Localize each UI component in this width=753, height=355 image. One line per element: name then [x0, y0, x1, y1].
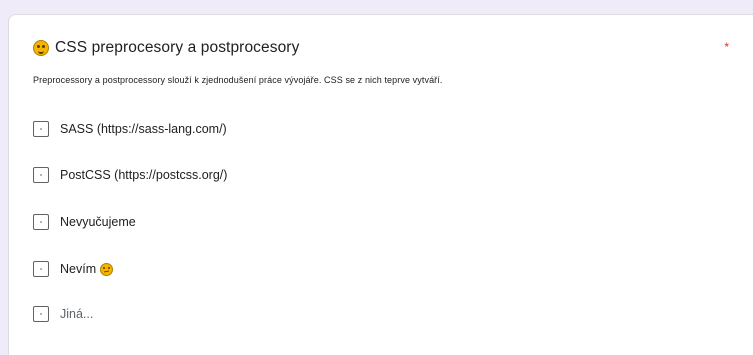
checkbox[interactable] [33, 121, 49, 137]
option-other[interactable]: Jiná... [33, 306, 93, 322]
option-label: PostCSS (https://postcss.org/) [60, 168, 228, 182]
question-title-row: CSS preprocesory a postprocesory [33, 39, 299, 57]
checkbox[interactable] [33, 306, 49, 322]
option-label: Nevím [60, 262, 97, 276]
checkbox[interactable] [33, 261, 49, 277]
thinking-face-icon [100, 262, 114, 276]
question-card: CSS preprocesory a postprocesory * Prepr… [8, 14, 753, 355]
option-label: SASS (https://sass-lang.com/) [60, 122, 227, 136]
option-nevim[interactable]: Nevím [33, 261, 114, 277]
checkbox[interactable] [33, 214, 49, 230]
thinking-face-icon [33, 40, 49, 56]
checkbox[interactable] [33, 167, 49, 183]
option-postcss[interactable]: PostCSS (https://postcss.org/) [33, 167, 227, 183]
option-label: Nevyučujeme [60, 215, 136, 229]
required-marker: * [724, 40, 729, 54]
option-sass[interactable]: SASS (https://sass-lang.com/) [33, 121, 227, 137]
question-title: CSS preprocesory a postprocesory [55, 39, 300, 56]
option-other-label: Jiná... [60, 307, 94, 321]
question-description: Preprocessory a postprocessory slouží k … [33, 75, 443, 85]
option-nevyucujeme[interactable]: Nevyučujeme [33, 214, 136, 230]
